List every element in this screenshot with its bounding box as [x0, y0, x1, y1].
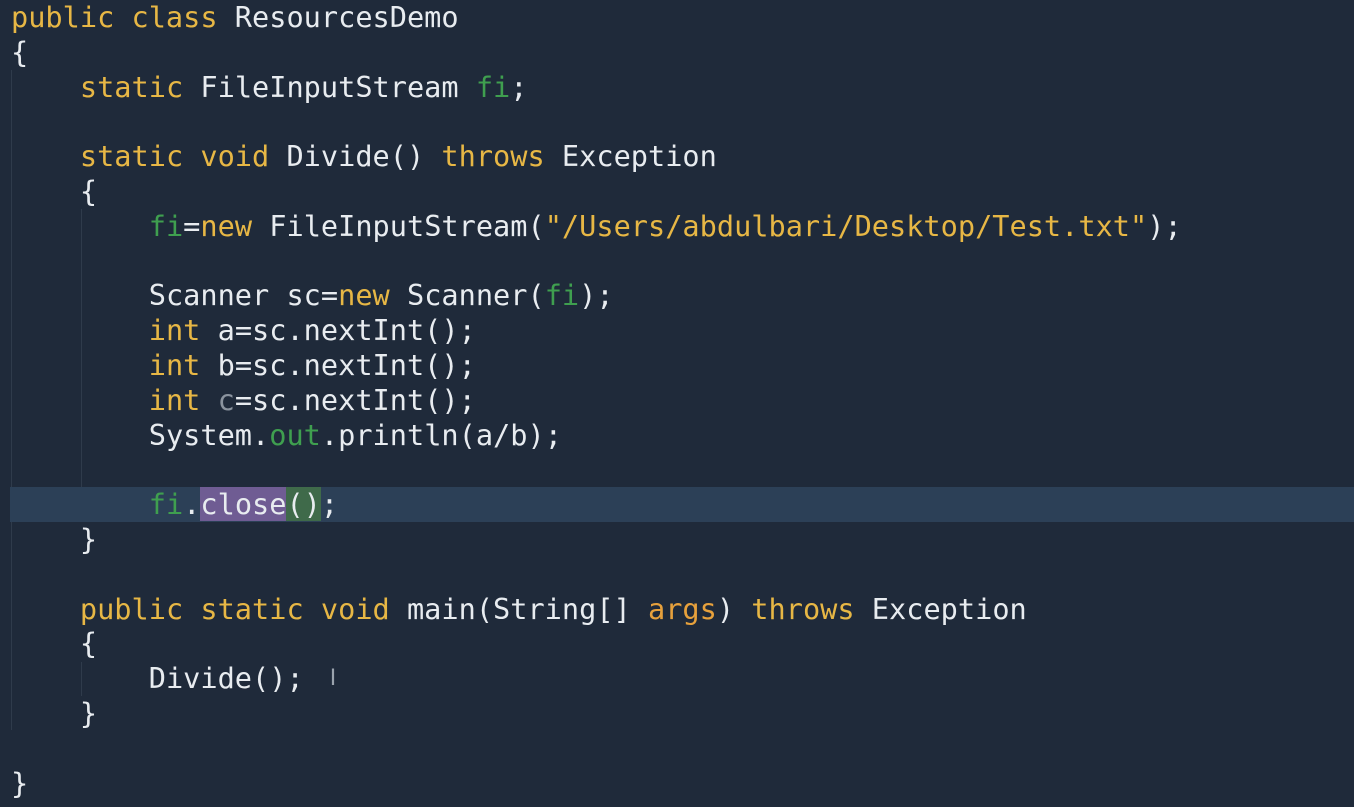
brace: {: [79, 626, 98, 661]
selected-method[interactable]: close: [200, 487, 287, 522]
keyword: throws: [751, 591, 855, 626]
statement: a=sc.nextInt();: [200, 313, 476, 348]
matched-parens: (): [286, 487, 321, 522]
statement: =sc.nextInt();: [234, 382, 476, 417]
punctuation: );: [1147, 208, 1182, 243]
keyword: new: [200, 208, 253, 243]
code-line-2[interactable]: {: [11, 35, 1351, 70]
text-cursor-icon: I: [329, 666, 337, 691]
type-name: FileInputStream: [183, 69, 476, 104]
keyword: int: [148, 313, 201, 348]
keyword: static void: [79, 139, 270, 174]
current-line[interactable]: fi.close();: [10, 487, 1354, 522]
class-name: ResourcesDemo: [217, 0, 459, 34]
declaration: Scanner sc=: [148, 278, 339, 313]
code-line-11[interactable]: int b=sc.nextInt();: [11, 348, 1351, 383]
code-line-10[interactable]: int a=sc.nextInt();: [11, 313, 1351, 348]
keyword: public class: [11, 0, 218, 34]
keyword: throws: [441, 139, 545, 174]
operator: =: [183, 208, 201, 243]
constructor-call: Scanner(: [389, 278, 545, 313]
method-signature: main(String[]: [389, 591, 648, 626]
exception-type: Exception: [854, 591, 1027, 626]
brace: }: [79, 696, 98, 730]
unused-variable: c: [217, 382, 235, 417]
punctuation: ): [716, 591, 752, 626]
exception-type: Exception: [544, 139, 717, 174]
keyword: int: [148, 348, 201, 382]
code-line-5[interactable]: static void Divide() throws Exception: [11, 139, 1351, 174]
code-line-19[interactable]: {: [11, 626, 1351, 661]
punctuation: ;: [510, 69, 528, 104]
constructor-call: FileInputStream(: [252, 208, 545, 243]
code-line-13[interactable]: System.out.println(a/b);: [11, 418, 1351, 453]
method-call: .println(a/b);: [320, 417, 562, 452]
punctuation: );: [579, 278, 614, 313]
field-name: fi: [148, 208, 184, 243]
keyword: int: [148, 382, 201, 417]
class-ref: System.: [148, 417, 270, 452]
code-line-7[interactable]: fi=new FileInputStream("/Users/abdulbari…: [11, 209, 1351, 244]
code-line-23[interactable]: }: [11, 766, 1351, 801]
statement: b=sc.nextInt();: [200, 348, 476, 382]
method-call: Divide();: [148, 661, 304, 696]
parameter-name: args: [647, 591, 717, 626]
keyword: public static void: [79, 591, 390, 626]
field-name: fi: [544, 278, 580, 313]
field-name: out: [269, 417, 321, 452]
code-line-6[interactable]: {: [11, 174, 1351, 209]
code-line-1[interactable]: public class ResourcesDemo: [11, 0, 1351, 35]
brace: }: [79, 522, 98, 556]
code-line-22[interactable]: [11, 731, 1351, 766]
field-name: fi: [475, 69, 511, 104]
code-line-20[interactable]: Divide();: [11, 661, 1351, 696]
punctuation: ;: [320, 487, 339, 522]
brace: }: [11, 765, 29, 800]
keyword: new: [338, 278, 390, 313]
code-line-14[interactable]: [11, 452, 1351, 487]
brace: {: [79, 174, 98, 208]
method-signature: Divide(): [269, 139, 442, 174]
code-line-17[interactable]: [11, 557, 1351, 592]
punctuation: .: [183, 487, 201, 522]
field-name: fi: [148, 487, 184, 522]
string-literal: "/Users/abdulbari/Desktop/Test.txt": [544, 208, 1148, 243]
code-line-16[interactable]: }: [11, 522, 1351, 557]
code-line-21[interactable]: }: [11, 696, 1351, 731]
code-line-9[interactable]: Scanner sc=new Scanner(fi);: [11, 278, 1351, 313]
code-line-8[interactable]: [11, 244, 1351, 279]
code-editor[interactable]: public class ResourcesDemo { static File…: [0, 0, 1354, 807]
keyword: static: [79, 69, 184, 104]
code-line-12[interactable]: int c=sc.nextInt();: [11, 383, 1351, 418]
code-line-3[interactable]: static FileInputStream fi;: [11, 70, 1351, 105]
brace: {: [11, 34, 29, 69]
code-line-4[interactable]: [11, 104, 1351, 139]
code-line-18[interactable]: public static void main(String[] args) t…: [11, 592, 1351, 627]
